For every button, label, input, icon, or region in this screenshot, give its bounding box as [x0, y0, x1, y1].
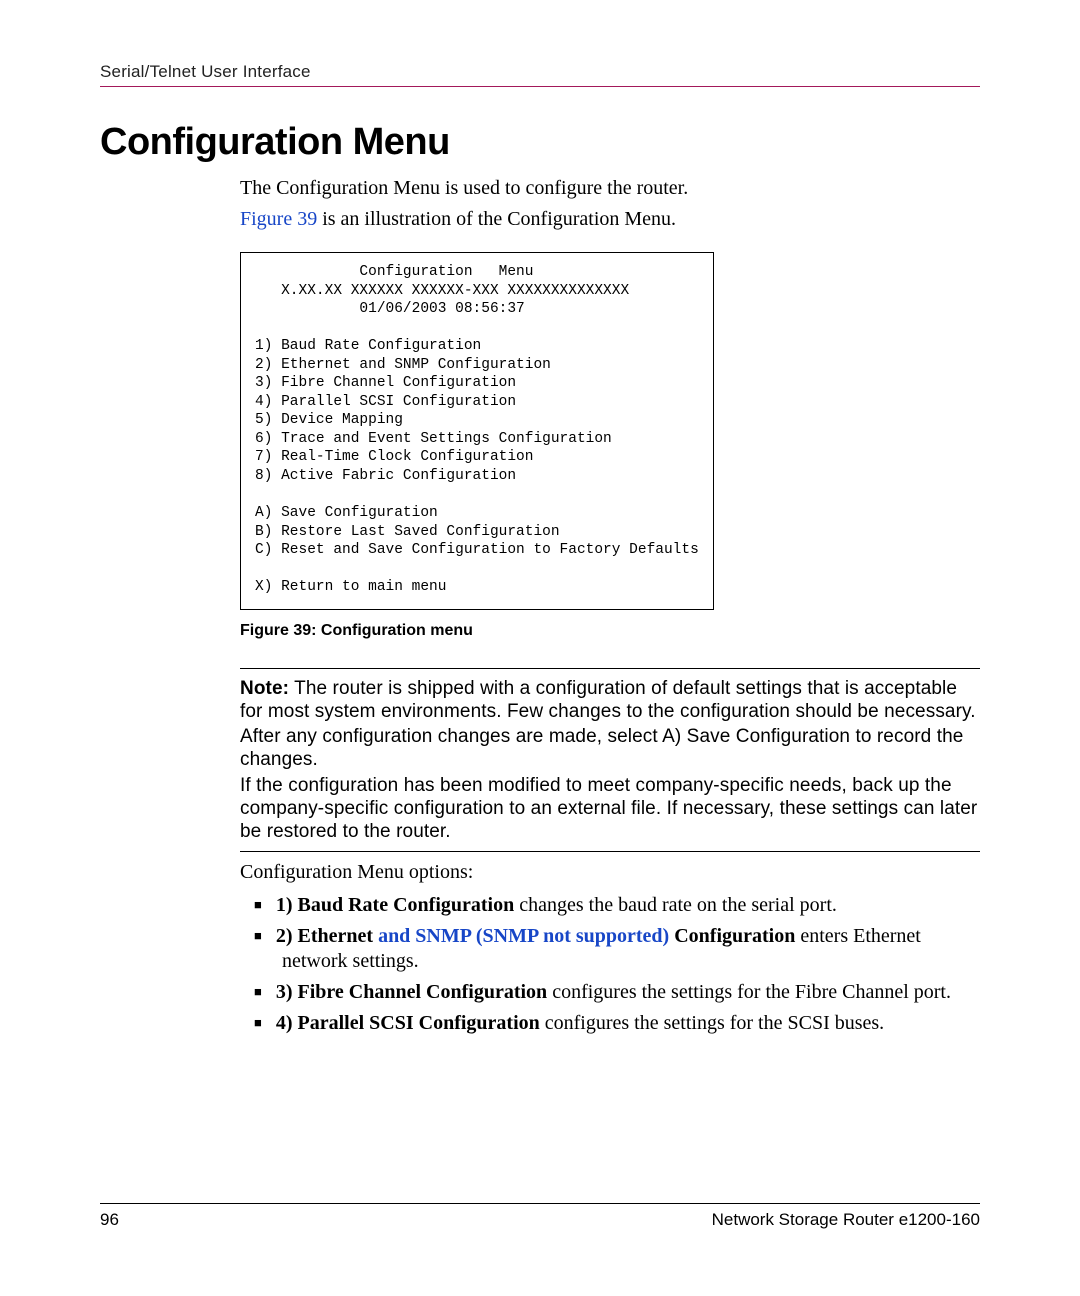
note-p1: Note: The router is shipped with a confi… — [240, 677, 980, 723]
figure-caption: Figure 39: Configuration menu — [240, 622, 980, 640]
option-item: 1) Baud Rate Configuration changes the b… — [240, 893, 980, 918]
options-list: 1) Baud Rate Configuration changes the b… — [240, 893, 980, 1036]
note-block: Note: The router is shipped with a confi… — [240, 677, 980, 843]
option-item: 2) Ethernet and SNMP (SNMP not supported… — [240, 924, 980, 974]
options-intro: Configuration Menu options: — [240, 860, 980, 885]
running-head: Serial/Telnet User Interface — [100, 62, 980, 82]
figure-link[interactable]: Figure 39 — [240, 208, 317, 230]
note-p2: After any configuration changes are made… — [240, 725, 980, 771]
configuration-menu-box: Configuration Menu X.XX.XX XXXXXX XXXXXX… — [240, 252, 714, 610]
note-top-rule — [240, 668, 980, 669]
footer-rule — [100, 1203, 980, 1204]
intro-line-2-rest: is an illustration of the Configuration … — [317, 208, 676, 230]
page-footer: 96 Network Storage Router e1200-160 — [100, 1203, 980, 1230]
intro-line-2: Figure 39 is an illustration of the Conf… — [240, 207, 980, 232]
header-rule — [100, 86, 980, 87]
intro-line-1: The Configuration Menu is used to config… — [240, 176, 980, 201]
note-p3: If the configuration has been modified t… — [240, 774, 980, 844]
note-p1-text: The router is shipped with a configurati… — [240, 678, 976, 722]
page-number: 96 — [100, 1210, 119, 1230]
option-item: 4) Parallel SCSI Configuration configure… — [240, 1011, 980, 1036]
note-bottom-rule — [240, 851, 980, 852]
note-label: Note: — [240, 678, 289, 699]
section-title: Configuration Menu — [100, 121, 980, 164]
doc-title: Network Storage Router e1200-160 — [712, 1210, 980, 1230]
option-item: 3) Fibre Channel Configuration configure… — [240, 980, 980, 1005]
